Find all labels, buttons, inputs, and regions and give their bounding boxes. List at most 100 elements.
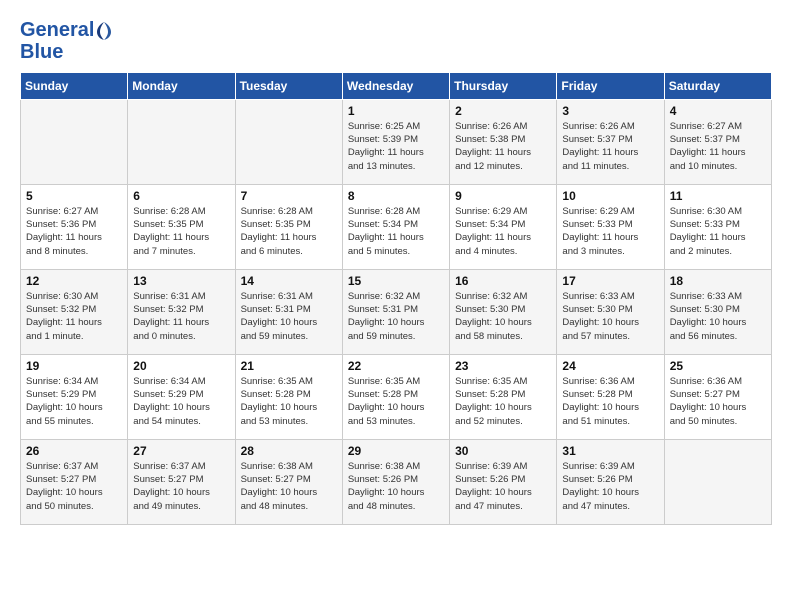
day-info: Sunrise: 6:28 AM Sunset: 5:34 PM Dayligh…: [348, 205, 444, 258]
day-info: Sunrise: 6:28 AM Sunset: 5:35 PM Dayligh…: [241, 205, 337, 258]
day-info: Sunrise: 6:32 AM Sunset: 5:31 PM Dayligh…: [348, 290, 444, 343]
calendar-cell: 13 Sunrise: 6:31 AM Sunset: 5:32 PM Dayli…: [128, 269, 235, 354]
day-info: Sunrise: 6:35 AM Sunset: 5:28 PM Dayligh…: [348, 375, 444, 428]
week-row-4: 19 Sunrise: 6:34 AM Sunset: 5:29 PM Dayli…: [21, 354, 772, 439]
calendar-cell: 14 Sunrise: 6:31 AM Sunset: 5:31 PM Dayli…: [235, 269, 342, 354]
logo-blue-text: Blue: [20, 42, 112, 62]
calendar-cell: 22 Sunrise: 6:35 AM Sunset: 5:28 PM Dayli…: [342, 354, 449, 439]
weekday-header-saturday: Saturday: [664, 72, 771, 99]
day-info: Sunrise: 6:35 AM Sunset: 5:28 PM Dayligh…: [241, 375, 337, 428]
logo-container: General Blue: [20, 20, 112, 62]
day-info: Sunrise: 6:26 AM Sunset: 5:37 PM Dayligh…: [562, 120, 658, 173]
calendar-cell: 10 Sunrise: 6:29 AM Sunset: 5:33 PM Dayli…: [557, 184, 664, 269]
calendar-cell: [235, 99, 342, 184]
day-info: Sunrise: 6:39 AM Sunset: 5:26 PM Dayligh…: [455, 460, 551, 513]
day-info: Sunrise: 6:27 AM Sunset: 5:37 PM Dayligh…: [670, 120, 766, 173]
day-info: Sunrise: 6:30 AM Sunset: 5:32 PM Dayligh…: [26, 290, 122, 343]
day-number: 26: [26, 444, 122, 458]
day-info: Sunrise: 6:34 AM Sunset: 5:29 PM Dayligh…: [26, 375, 122, 428]
calendar-cell: 29 Sunrise: 6:38 AM Sunset: 5:26 PM Dayli…: [342, 439, 449, 524]
day-number: 30: [455, 444, 551, 458]
day-number: 15: [348, 274, 444, 288]
day-number: 20: [133, 359, 229, 373]
calendar-cell: 11 Sunrise: 6:30 AM Sunset: 5:33 PM Dayli…: [664, 184, 771, 269]
weekday-header-row: SundayMondayTuesdayWednesdayThursdayFrid…: [21, 72, 772, 99]
day-number: 2: [455, 104, 551, 118]
day-info: Sunrise: 6:29 AM Sunset: 5:34 PM Dayligh…: [455, 205, 551, 258]
calendar-cell: 28 Sunrise: 6:38 AM Sunset: 5:27 PM Dayli…: [235, 439, 342, 524]
calendar-cell: 31 Sunrise: 6:39 AM Sunset: 5:26 PM Dayli…: [557, 439, 664, 524]
day-number: 22: [348, 359, 444, 373]
day-number: 28: [241, 444, 337, 458]
day-number: 31: [562, 444, 658, 458]
calendar-cell: 6Sunrise: 6:28 AM Sunset: 5:35 PM Daylig…: [128, 184, 235, 269]
logo-icon: [96, 21, 112, 41]
day-info: Sunrise: 6:38 AM Sunset: 5:27 PM Dayligh…: [241, 460, 337, 513]
calendar-cell: 1 Sunrise: 6:25 AM Sunset: 5:39 PM Daylig…: [342, 99, 449, 184]
calendar-cell: 8 Sunrise: 6:28 AM Sunset: 5:34 PM Daylig…: [342, 184, 449, 269]
calendar-cell: 17 Sunrise: 6:33 AM Sunset: 5:30 PM Dayli…: [557, 269, 664, 354]
calendar-cell: 5Sunrise: 6:27 AM Sunset: 5:36 PM Daylig…: [21, 184, 128, 269]
day-info: Sunrise: 6:31 AM Sunset: 5:31 PM Dayligh…: [241, 290, 337, 343]
calendar-cell: 18 Sunrise: 6:33 AM Sunset: 5:30 PM Dayli…: [664, 269, 771, 354]
logo-general: General: [20, 20, 112, 41]
calendar-cell: 27 Sunrise: 6:37 AM Sunset: 5:27 PM Dayli…: [128, 439, 235, 524]
calendar-cell: 24 Sunrise: 6:36 AM Sunset: 5:28 PM Dayli…: [557, 354, 664, 439]
day-number: 16: [455, 274, 551, 288]
day-info: Sunrise: 6:38 AM Sunset: 5:26 PM Dayligh…: [348, 460, 444, 513]
calendar-cell: 3 Sunrise: 6:26 AM Sunset: 5:37 PM Daylig…: [557, 99, 664, 184]
day-number: 25: [670, 359, 766, 373]
weekday-header-wednesday: Wednesday: [342, 72, 449, 99]
day-number: 8: [348, 189, 444, 203]
day-number: 21: [241, 359, 337, 373]
week-row-5: 26 Sunrise: 6:37 AM Sunset: 5:27 PM Dayli…: [21, 439, 772, 524]
day-number: 10: [562, 189, 658, 203]
calendar-cell: 9Sunrise: 6:29 AM Sunset: 5:34 PM Daylig…: [450, 184, 557, 269]
page-header: General Blue: [20, 20, 772, 62]
day-info: Sunrise: 6:37 AM Sunset: 5:27 PM Dayligh…: [133, 460, 229, 513]
day-info: Sunrise: 6:33 AM Sunset: 5:30 PM Dayligh…: [670, 290, 766, 343]
day-number: 12: [26, 274, 122, 288]
week-row-1: 1 Sunrise: 6:25 AM Sunset: 5:39 PM Daylig…: [21, 99, 772, 184]
calendar-cell: 7Sunrise: 6:28 AM Sunset: 5:35 PM Daylig…: [235, 184, 342, 269]
day-number: 18: [670, 274, 766, 288]
calendar-cell: [128, 99, 235, 184]
day-number: 13: [133, 274, 229, 288]
day-info: Sunrise: 6:36 AM Sunset: 5:28 PM Dayligh…: [562, 375, 658, 428]
day-info: Sunrise: 6:33 AM Sunset: 5:30 PM Dayligh…: [562, 290, 658, 343]
day-number: 24: [562, 359, 658, 373]
day-info: Sunrise: 6:29 AM Sunset: 5:33 PM Dayligh…: [562, 205, 658, 258]
day-info: Sunrise: 6:36 AM Sunset: 5:27 PM Dayligh…: [670, 375, 766, 428]
day-info: Sunrise: 6:27 AM Sunset: 5:36 PM Dayligh…: [26, 205, 122, 258]
day-number: 4: [670, 104, 766, 118]
day-info: Sunrise: 6:39 AM Sunset: 5:26 PM Dayligh…: [562, 460, 658, 513]
calendar-cell: 25 Sunrise: 6:36 AM Sunset: 5:27 PM Dayli…: [664, 354, 771, 439]
day-info: Sunrise: 6:26 AM Sunset: 5:38 PM Dayligh…: [455, 120, 551, 173]
day-number: 3: [562, 104, 658, 118]
day-number: 29: [348, 444, 444, 458]
day-number: 1: [348, 104, 444, 118]
day-info: Sunrise: 6:30 AM Sunset: 5:33 PM Dayligh…: [670, 205, 766, 258]
day-info: Sunrise: 6:25 AM Sunset: 5:39 PM Dayligh…: [348, 120, 444, 173]
day-number: 17: [562, 274, 658, 288]
calendar-cell: 15 Sunrise: 6:32 AM Sunset: 5:31 PM Dayli…: [342, 269, 449, 354]
weekday-header-tuesday: Tuesday: [235, 72, 342, 99]
day-number: 19: [26, 359, 122, 373]
day-info: Sunrise: 6:34 AM Sunset: 5:29 PM Dayligh…: [133, 375, 229, 428]
week-row-2: 5Sunrise: 6:27 AM Sunset: 5:36 PM Daylig…: [21, 184, 772, 269]
calendar-table: SundayMondayTuesdayWednesdayThursdayFrid…: [20, 72, 772, 525]
calendar-cell: 4 Sunrise: 6:27 AM Sunset: 5:37 PM Daylig…: [664, 99, 771, 184]
calendar-cell: 23Sunrise: 6:35 AM Sunset: 5:28 PM Dayli…: [450, 354, 557, 439]
calendar-cell: [21, 99, 128, 184]
calendar-cell: 2 Sunrise: 6:26 AM Sunset: 5:38 PM Daylig…: [450, 99, 557, 184]
weekday-header-sunday: Sunday: [21, 72, 128, 99]
calendar-cell: [664, 439, 771, 524]
day-number: 11: [670, 189, 766, 203]
day-number: 14: [241, 274, 337, 288]
logo: General Blue: [20, 20, 112, 62]
day-info: Sunrise: 6:31 AM Sunset: 5:32 PM Dayligh…: [133, 290, 229, 343]
day-info: Sunrise: 6:35 AM Sunset: 5:28 PM Dayligh…: [455, 375, 551, 428]
calendar-cell: 19 Sunrise: 6:34 AM Sunset: 5:29 PM Dayli…: [21, 354, 128, 439]
day-number: 27: [133, 444, 229, 458]
calendar-cell: 20 Sunrise: 6:34 AM Sunset: 5:29 PM Dayli…: [128, 354, 235, 439]
